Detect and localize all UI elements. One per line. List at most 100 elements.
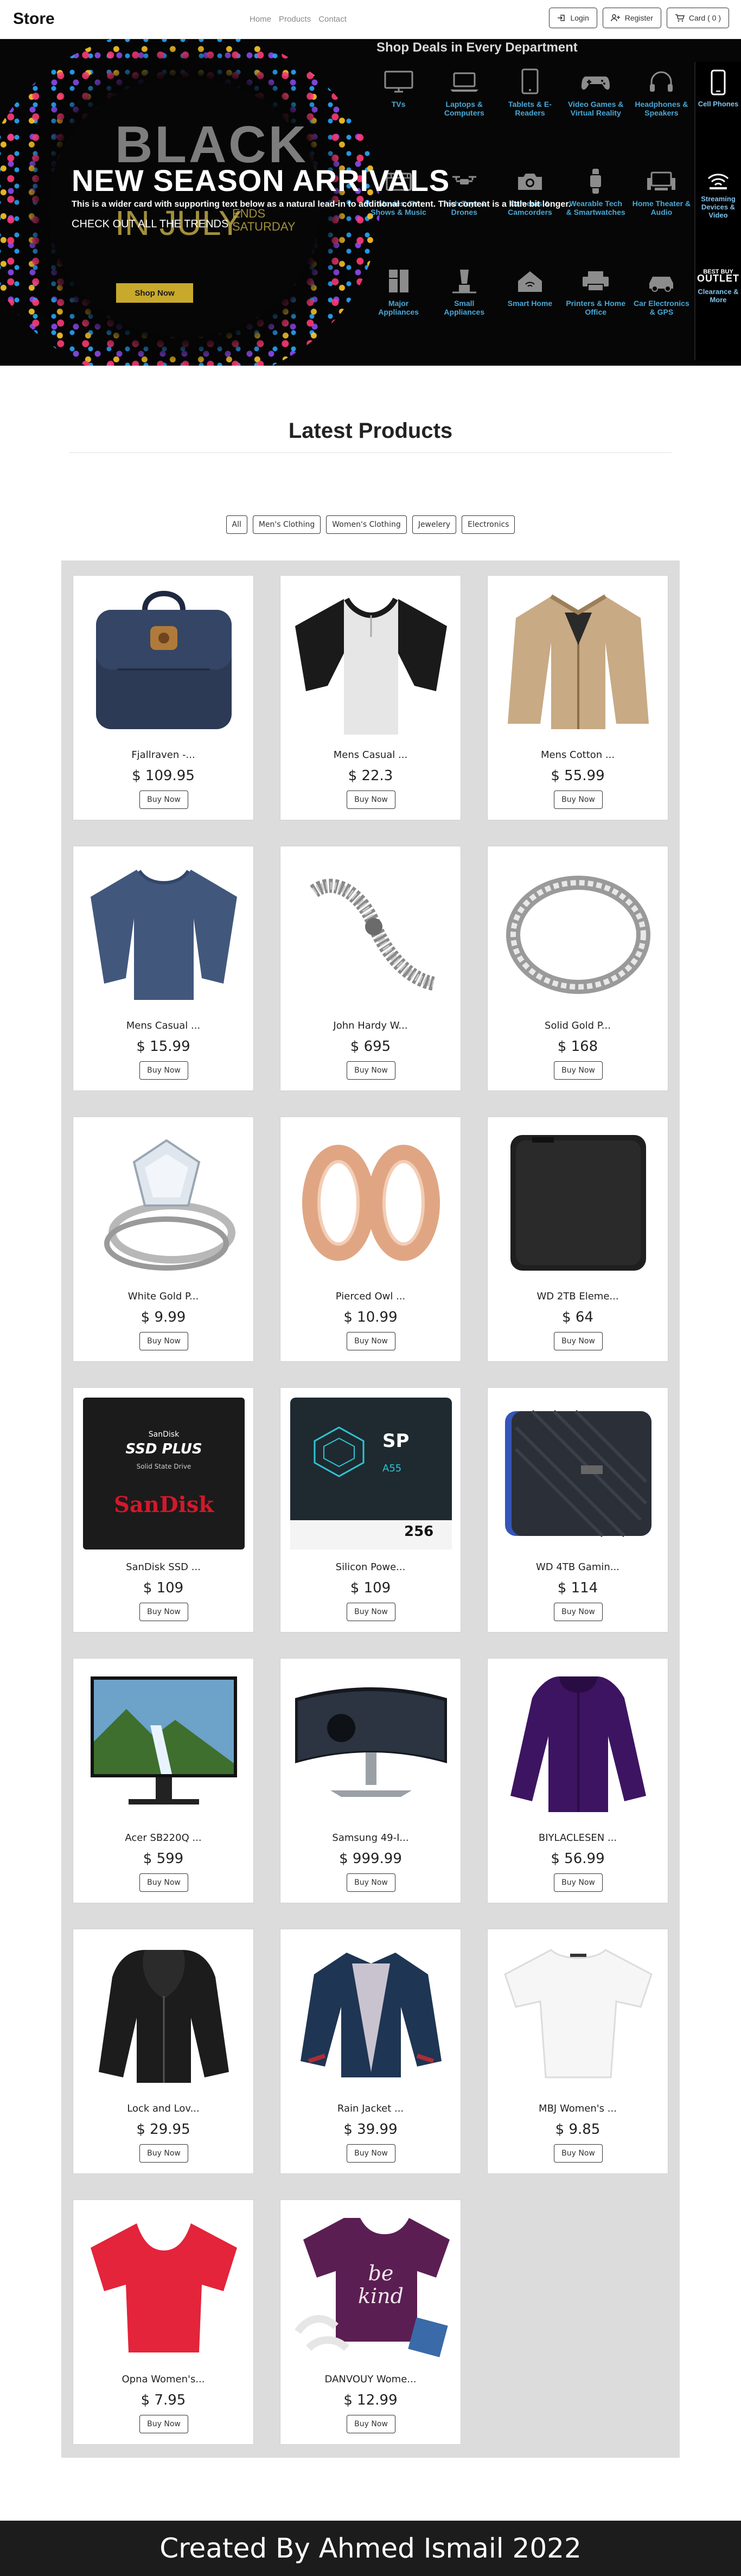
buy-now-button[interactable]: Buy Now xyxy=(139,1061,188,1080)
buy-now-button[interactable]: Buy Now xyxy=(554,790,603,809)
buy-now-button[interactable]: Buy Now xyxy=(139,790,188,809)
side-label: Streaming Devices & Video xyxy=(701,195,736,220)
buy-now-button[interactable]: Buy Now xyxy=(139,1603,188,1621)
login-button[interactable]: Login xyxy=(549,8,597,28)
camera-icon xyxy=(514,168,546,195)
jacket-icon xyxy=(497,1668,659,1820)
buy-now-button[interactable]: Buy Now xyxy=(554,1873,603,1892)
laptop-icon xyxy=(448,68,481,95)
product-price: $ 15.99 xyxy=(136,1038,190,1055)
product-card: White Gold P... $ 9.99 Buy Now xyxy=(73,1117,254,1362)
buy-now-button[interactable]: Buy Now xyxy=(347,1332,395,1350)
deal-wearables[interactable]: Wearable Tech & Smartwatches xyxy=(563,161,629,260)
deal-tvs[interactable]: TVs xyxy=(366,62,431,161)
deal-major-appliances[interactable]: Major Appliances xyxy=(366,261,431,360)
hero-banner: BLACK IN JULY ENDS SATURDAY Shop Now Sho… xyxy=(0,39,741,366)
buy-now-button[interactable]: Buy Now xyxy=(347,1603,395,1621)
deal-streaming[interactable]: Streaming Devices & Video xyxy=(695,161,741,260)
deal-label: Laptops & Computers xyxy=(444,100,484,117)
deal-headphones[interactable]: Headphones & Speakers xyxy=(629,62,694,161)
product-price: $ 64 xyxy=(562,1309,593,1325)
home-theater-icon xyxy=(645,168,678,195)
hero-title: NEW SEASON ARRIVALS xyxy=(72,163,450,197)
ssd-icon: SP A55 256 xyxy=(290,1398,452,1550)
filter-mens-clothing-button[interactable]: Men's Clothing xyxy=(252,515,321,534)
deal-tablets[interactable]: Tablets & E-Readers xyxy=(497,62,563,161)
login-icon xyxy=(558,15,565,21)
product-price: $ 22.3 xyxy=(348,768,393,784)
nav-link-home[interactable]: Home xyxy=(250,15,271,24)
product-price: $ 109.95 xyxy=(132,768,195,784)
cart-icon xyxy=(675,14,685,22)
product-title: SanDisk SSD ... xyxy=(126,1561,201,1573)
ssd-model: SSD PLUS xyxy=(125,1440,202,1457)
cart-label: Card ( 0 ) xyxy=(688,14,721,22)
nav-links: Home Products Contact xyxy=(250,15,347,24)
deal-cameras[interactable]: Cameras & Camcorders xyxy=(497,161,563,260)
deal-video-games[interactable]: Video Games & Virtual Reality xyxy=(563,62,629,161)
buy-now-button[interactable]: Buy Now xyxy=(347,2144,395,2163)
jacket-icon xyxy=(290,1939,452,2091)
deal-label: Wearable Tech & Smartwatches xyxy=(566,199,625,217)
product-card: Mens Cotton ... $ 55.99 Buy Now xyxy=(487,575,668,820)
buy-now-button[interactable]: Buy Now xyxy=(554,1603,603,1621)
car-icon xyxy=(645,267,678,295)
deals-grid: TVs Laptops & Computers Tablets & E-Read… xyxy=(366,62,694,360)
buy-now-button[interactable]: Buy Now xyxy=(139,2415,188,2433)
smartwatch-icon xyxy=(579,168,612,195)
deal-laptops[interactable]: Laptops & Computers xyxy=(431,62,497,161)
product-card: Mens Casual ... $ 22.3 Buy Now xyxy=(280,575,461,820)
hard-drive-icon xyxy=(497,1398,659,1550)
buy-now-button[interactable]: Buy Now xyxy=(347,1061,395,1080)
hero-lead-text: This is a wider card with supporting tex… xyxy=(72,200,571,209)
deal-home-theater[interactable]: Home Theater & Audio xyxy=(629,161,694,260)
buy-now-button[interactable]: Buy Now xyxy=(347,1873,395,1892)
deal-cell-phones[interactable]: Cell Phones xyxy=(695,62,741,161)
deal-label: Video Games & Virtual Reality xyxy=(567,100,624,117)
printer-icon xyxy=(579,267,612,295)
filter-all-button[interactable]: All xyxy=(226,515,247,534)
buy-now-button[interactable]: Buy Now xyxy=(347,2415,395,2433)
deal-smart-home[interactable]: Smart Home xyxy=(497,261,563,360)
product-card: SP A55 256 Silicon Powe... $ 109 Buy Now xyxy=(280,1387,461,1633)
deal-clearance[interactable]: BEST BUY OUTLET Clearance & More xyxy=(695,261,741,360)
product-price: $ 10.99 xyxy=(343,1309,398,1325)
outlet-logo-main: OUTLET xyxy=(697,272,739,284)
filter-womens-clothing-button[interactable]: Women's Clothing xyxy=(326,515,407,534)
brand-logo[interactable]: Store xyxy=(13,10,55,28)
buy-now-button[interactable]: Buy Now xyxy=(139,1332,188,1350)
tablet-icon xyxy=(514,68,546,95)
product-title: John Hardy W... xyxy=(333,1020,408,1031)
product-title: Mens Cotton ... xyxy=(540,749,615,761)
deal-small-appliances[interactable]: Small Appliances xyxy=(431,261,497,360)
deal-car-electronics[interactable]: Car Electronics & GPS xyxy=(629,261,694,360)
buy-now-button[interactable]: Buy Now xyxy=(554,2144,603,2163)
buy-now-button[interactable]: Buy Now xyxy=(139,1873,188,1892)
nav-link-products[interactable]: Products xyxy=(279,15,311,24)
tshirt-icon xyxy=(290,585,452,737)
product-price: $ 29.95 xyxy=(136,2121,190,2138)
product-price: $ 109 xyxy=(143,1580,184,1596)
buy-now-button[interactable]: Buy Now xyxy=(347,790,395,809)
banner-shop-now-button[interactable]: Shop Now xyxy=(116,283,193,303)
hexagon-graphic xyxy=(314,1426,365,1477)
jacket-icon xyxy=(497,585,659,737)
buy-now-button[interactable]: Buy Now xyxy=(554,1332,603,1350)
product-price: $ 56.99 xyxy=(551,1851,605,1867)
hero-trends-link[interactable]: CHECK OUT ALL THE TRENDS xyxy=(72,218,228,231)
deal-label: Smart Home xyxy=(507,298,553,308)
ssd-brand-large: SanDisk xyxy=(113,1491,214,1517)
deal-printers[interactable]: Printers & Home Office xyxy=(563,261,629,360)
cart-button[interactable]: Card ( 0 ) xyxy=(666,8,729,28)
filter-jewelery-button[interactable]: Jewelery xyxy=(412,515,457,534)
product-card: John Hardy W... $ 695 Buy Now xyxy=(280,846,461,1091)
register-button[interactable]: Register xyxy=(602,8,661,28)
product-price: $ 695 xyxy=(350,1038,391,1055)
nav-link-contact[interactable]: Contact xyxy=(318,15,347,24)
side-label: Clearance & More xyxy=(698,287,739,304)
product-title: Acer SB220Q ... xyxy=(125,1832,202,1844)
filter-electronics-button[interactable]: Electronics xyxy=(462,515,515,534)
buy-now-button[interactable]: Buy Now xyxy=(139,2144,188,2163)
ssd-capacity: 256 xyxy=(404,1523,434,1540)
buy-now-button[interactable]: Buy Now xyxy=(554,1061,603,1080)
